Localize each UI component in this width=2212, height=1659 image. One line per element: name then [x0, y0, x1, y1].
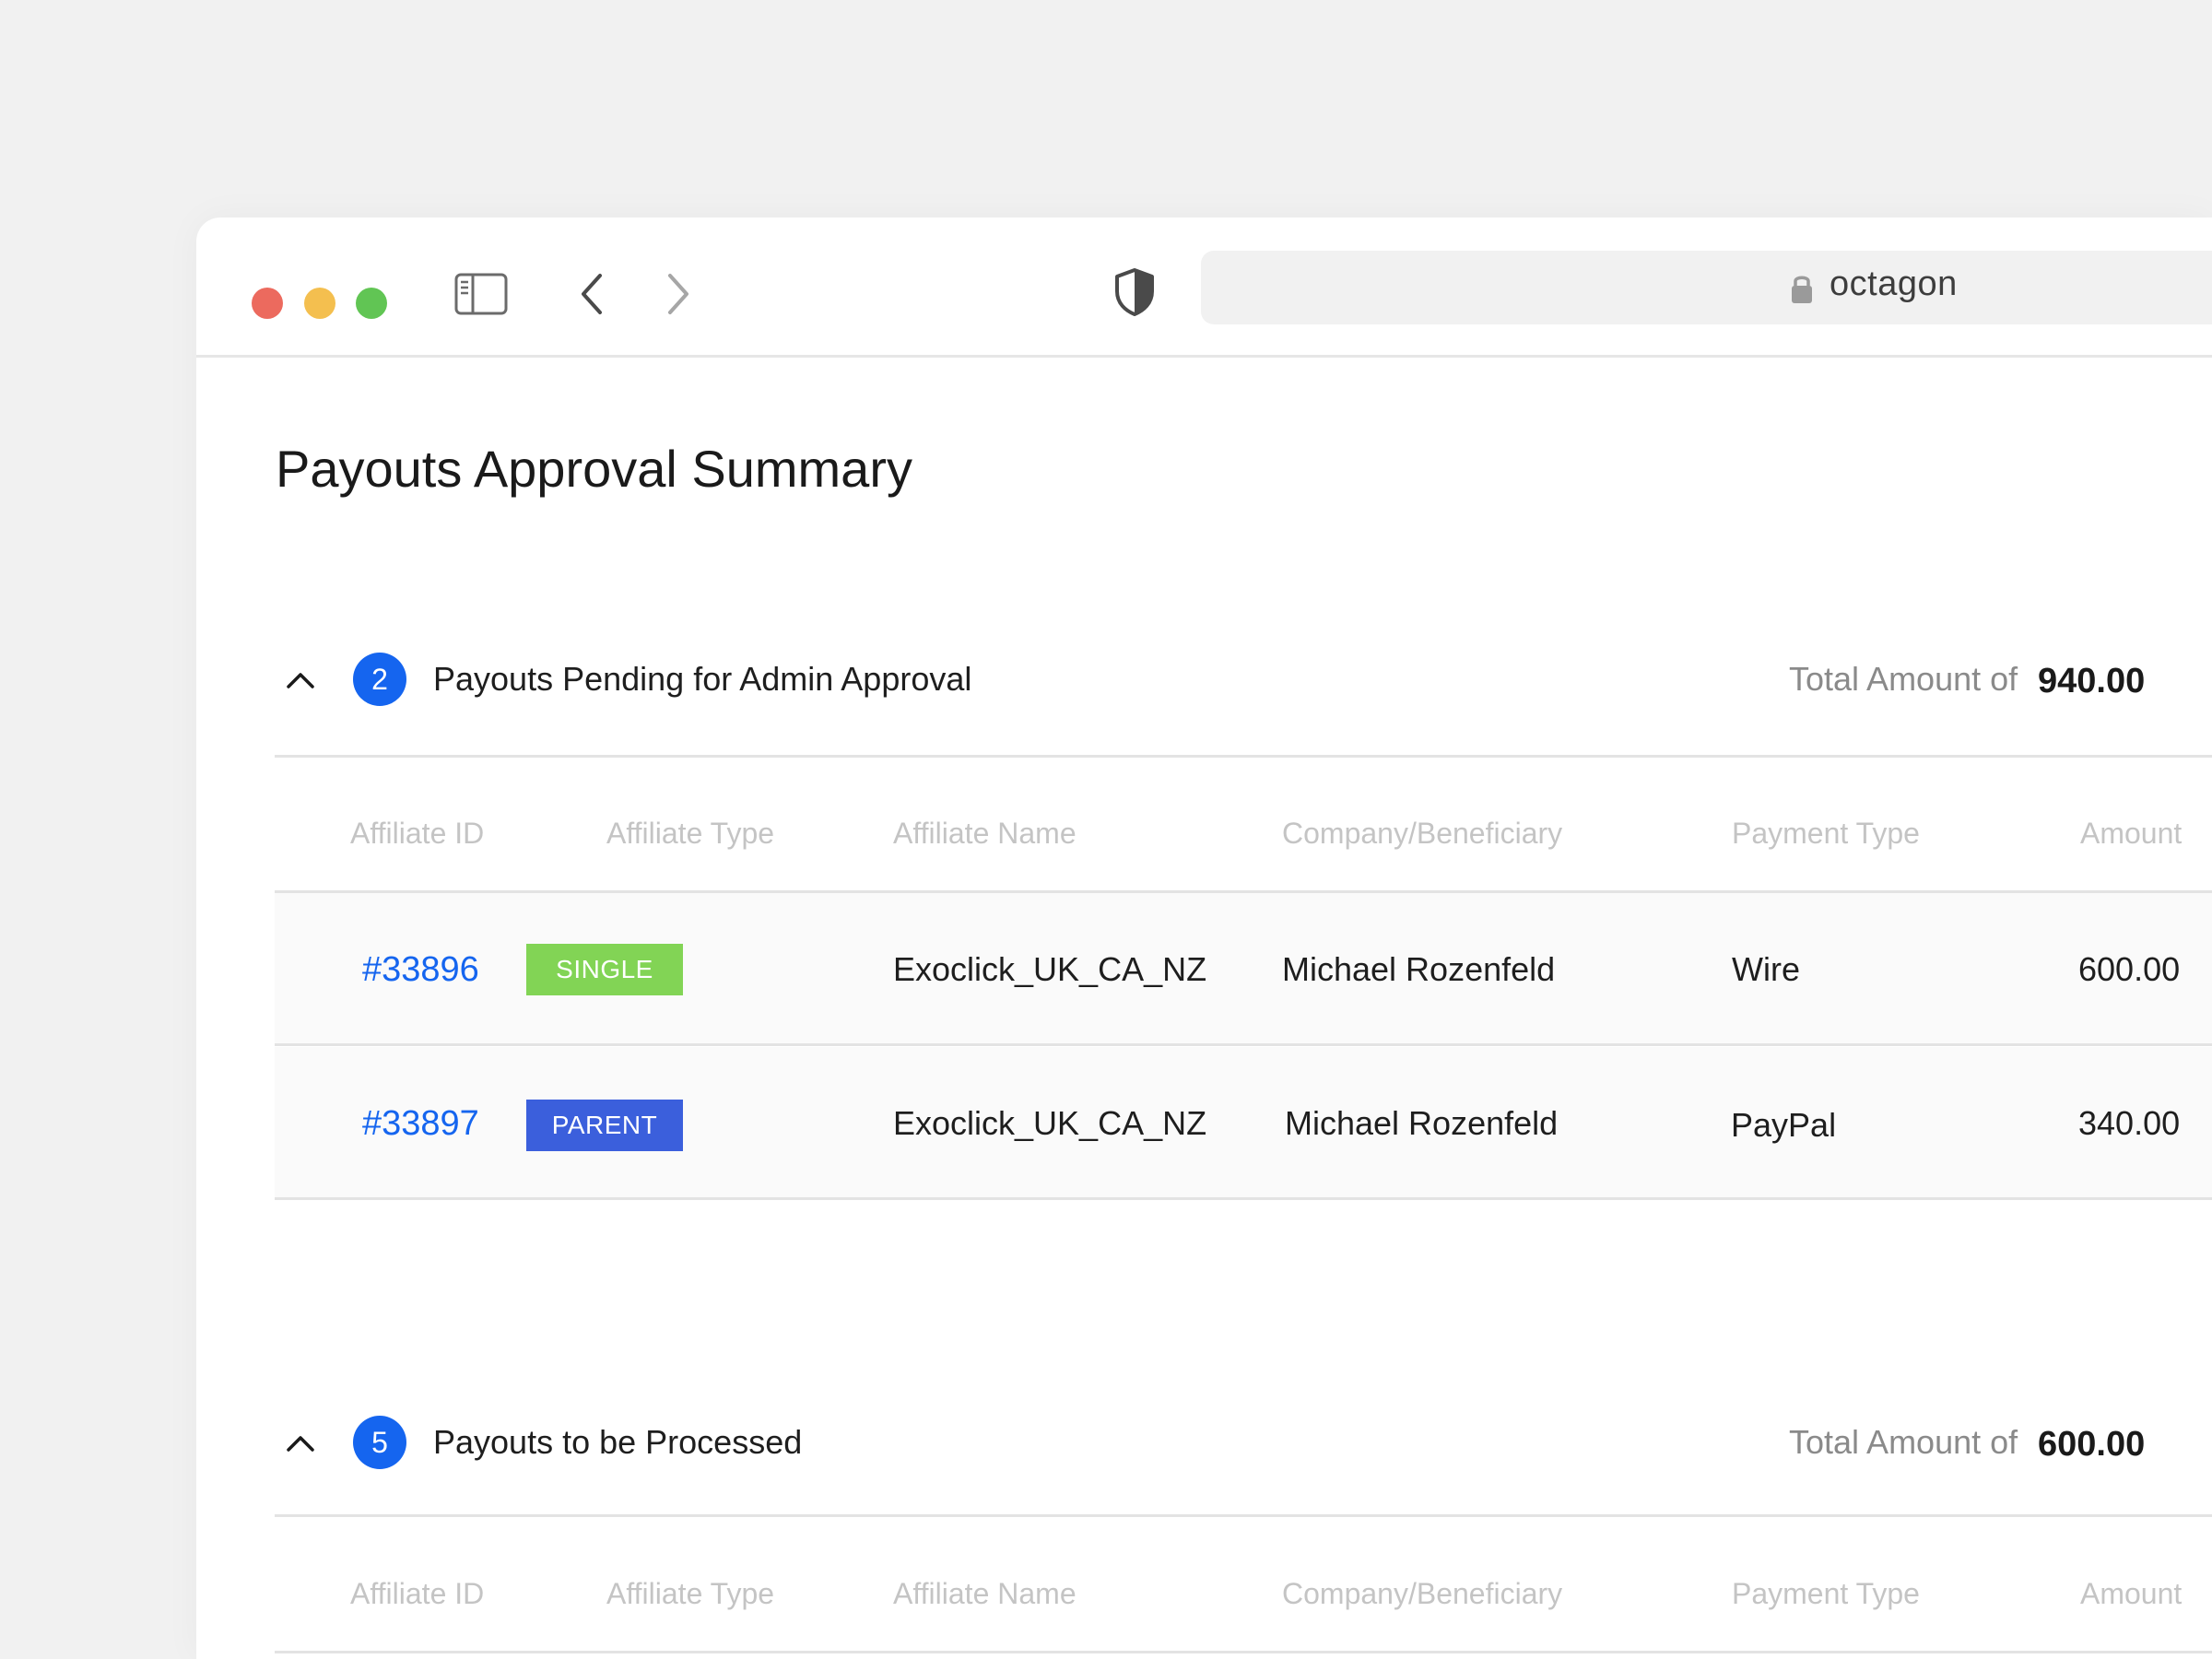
table-row[interactable]: #33896 SINGLE Exoclick_UK_CA_NZ Michael …: [275, 893, 2212, 1046]
affiliate-type-tag-parent: PARENT: [526, 1100, 683, 1151]
column-header-affiliate-name[interactable]: Affiliate Name: [893, 817, 1077, 851]
payment-type: Wire: [1732, 950, 1800, 988]
affiliate-type-tag-single: SINGLE: [526, 944, 683, 995]
total-amount-label: Total Amount of: [1789, 660, 2018, 698]
chevron-up-icon[interactable]: [286, 671, 315, 689]
total-amount-value: 600.00: [2038, 1425, 2146, 1464]
count-badge: 5: [353, 1416, 406, 1469]
browser-window: octagon Payouts Approval Summary 2 Payou…: [196, 218, 2212, 1659]
amount: 600.00: [2078, 950, 2181, 988]
section-title: Payouts to be Processed: [433, 1423, 803, 1461]
browser-toolbar: octagon: [196, 218, 2212, 358]
divider: [275, 1514, 2212, 1517]
payment-type: PayPal: [1731, 1106, 1837, 1144]
maximize-window-button[interactable]: [356, 288, 387, 319]
column-header-payment-type[interactable]: Payment Type: [1732, 1577, 1920, 1611]
section-header-processed: 5 Payouts to be Processed Total Amount o…: [196, 1416, 2212, 1489]
column-header-company[interactable]: Company/Beneficiary: [1282, 1577, 1562, 1611]
affiliate-name: Exoclick_UK_CA_NZ: [893, 950, 1207, 988]
count-badge: 2: [353, 653, 406, 706]
divider: [275, 1043, 2212, 1046]
column-header-affiliate-type[interactable]: Affiliate Type: [606, 817, 774, 851]
column-header-affiliate-name[interactable]: Affiliate Name: [893, 1577, 1077, 1611]
divider: [275, 1197, 2212, 1200]
company-beneficiary: Michael Rozenfeld: [1285, 1104, 1559, 1142]
company-beneficiary: Michael Rozenfeld: [1282, 950, 1556, 988]
url-text[interactable]: octagon: [1830, 265, 1958, 304]
total-amount-value: 940.00: [2038, 662, 2146, 700]
shield-icon[interactable]: [1113, 267, 1156, 317]
table-row[interactable]: #33897 PARENT Exoclick_UK_CA_NZ Michael …: [275, 1047, 2212, 1200]
column-header-company[interactable]: Company/Beneficiary: [1282, 817, 1562, 851]
page-title: Payouts Approval Summary: [276, 440, 912, 498]
affiliate-id-link[interactable]: #33897: [362, 1104, 479, 1144]
amount: 340.00: [2078, 1104, 2181, 1142]
total-amount-label: Total Amount of: [1789, 1423, 2018, 1461]
back-arrow-icon[interactable]: [574, 273, 611, 315]
column-header-amount[interactable]: Amount: [2080, 817, 2182, 851]
address-bar[interactable]: [1201, 251, 2212, 324]
sidebar-toggle-icon[interactable]: [454, 273, 508, 315]
column-header-amount[interactable]: Amount: [2080, 1577, 2182, 1611]
affiliate-id-link[interactable]: #33896: [362, 950, 479, 990]
column-header-affiliate-id[interactable]: Affiliate ID: [350, 1577, 484, 1611]
section-header-pending: 2 Payouts Pending for Admin Approval Tot…: [196, 653, 2212, 726]
section-title: Payouts Pending for Admin Approval: [433, 660, 972, 698]
divider: [275, 1651, 2212, 1653]
minimize-window-button[interactable]: [304, 288, 335, 319]
lock-icon: [1792, 276, 1812, 303]
column-header-affiliate-id[interactable]: Affiliate ID: [350, 817, 484, 851]
chevron-up-icon[interactable]: [286, 1434, 315, 1453]
forward-arrow-icon[interactable]: [659, 273, 696, 315]
affiliate-name: Exoclick_UK_CA_NZ: [893, 1104, 1207, 1142]
column-header-payment-type[interactable]: Payment Type: [1732, 817, 1920, 851]
column-header-affiliate-type[interactable]: Affiliate Type: [606, 1577, 774, 1611]
divider: [275, 755, 2212, 758]
close-window-button[interactable]: [252, 288, 283, 319]
